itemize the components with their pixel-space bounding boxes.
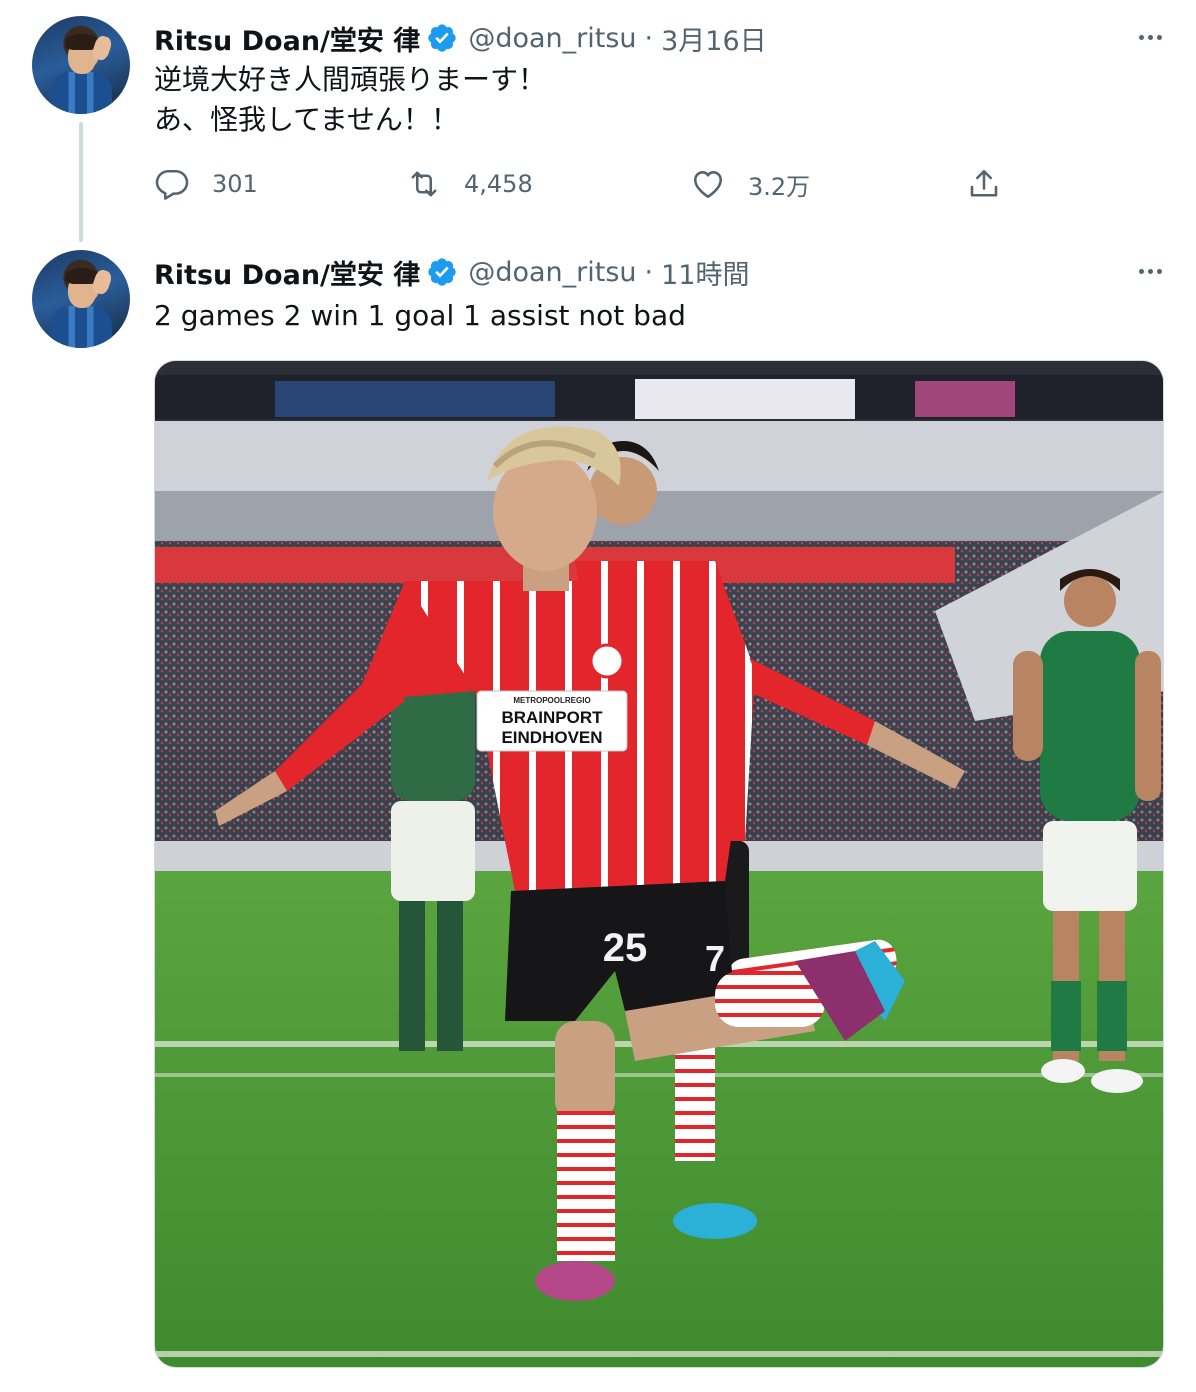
jersey-sponsor-small: METROPOOLREGIO xyxy=(513,696,590,705)
jersey-sponsor-line1: BRAINPORT xyxy=(501,708,603,727)
separator-dot: · xyxy=(644,256,654,288)
more-icon[interactable] xyxy=(1130,22,1170,52)
jersey-sponsor-line2: EINDHOVEN xyxy=(501,728,602,747)
jersey-number-front: 25 xyxy=(603,926,648,970)
verified-badge-icon xyxy=(428,24,456,52)
author-name[interactable]: Ritsu Doan/堂安 律 xyxy=(154,19,420,58)
thread-connector-line xyxy=(79,122,83,242)
tweet-text: 2 games 2 win 1 goal 1 assist not bad xyxy=(154,296,686,336)
reply-count: 301 xyxy=(212,170,258,198)
reply-button[interactable]: 301 xyxy=(154,166,258,202)
avatar[interactable] xyxy=(32,250,130,348)
tweet-header: Ritsu Doan/堂安 律 @doan_ritsu · 3月16日 xyxy=(154,18,767,58)
tweet-1[interactable]: Ritsu Doan/堂安 律 @doan_ritsu · 3月16日 逆境大好… xyxy=(0,0,1196,242)
separator-dot: · xyxy=(644,22,654,54)
jersey-number-back: 7 xyxy=(705,938,725,979)
retweet-icon xyxy=(411,171,437,197)
reply-icon xyxy=(155,169,189,200)
avatar[interactable] xyxy=(32,16,130,114)
tweet-actions: 301 4,458 3.2万 xyxy=(154,166,1034,206)
like-icon xyxy=(693,171,723,199)
share-icon xyxy=(970,169,998,197)
more-icon[interactable] xyxy=(1130,256,1170,286)
retweet-button[interactable]: 4,458 xyxy=(406,166,533,202)
tweet-text-line: 逆境大好き人間頑張りまーす！ xyxy=(154,63,547,96)
author-handle[interactable]: @doan_ritsu xyxy=(468,257,636,288)
tweet-header: Ritsu Doan/堂安 律 @doan_ritsu · 11時間 xyxy=(154,252,749,292)
verified-badge-icon xyxy=(428,258,456,286)
tweet-photo[interactable]: METROPOOLREGIO BRAINPORT EINDHOVEN 25 7 xyxy=(154,360,1164,1368)
share-button[interactable] xyxy=(966,166,1002,202)
author-name[interactable]: Ritsu Doan/堂安 律 xyxy=(154,253,420,292)
tweet-text-line: 2 games 2 win 1 goal 1 assist not bad xyxy=(154,299,686,332)
retweet-count: 4,458 xyxy=(464,170,533,198)
author-handle[interactable]: @doan_ritsu xyxy=(468,23,636,54)
like-button[interactable]: 3.2万 xyxy=(690,166,810,202)
tweet-timestamp[interactable]: 11時間 xyxy=(661,253,749,292)
tweet-text: 逆境大好き人間頑張りまーす！ あ、怪我してません！！ xyxy=(154,60,546,140)
like-count: 3.2万 xyxy=(748,172,811,201)
tweet-text-line: あ、怪我してません！！ xyxy=(154,103,459,136)
tweet-timestamp[interactable]: 3月16日 xyxy=(661,19,767,58)
